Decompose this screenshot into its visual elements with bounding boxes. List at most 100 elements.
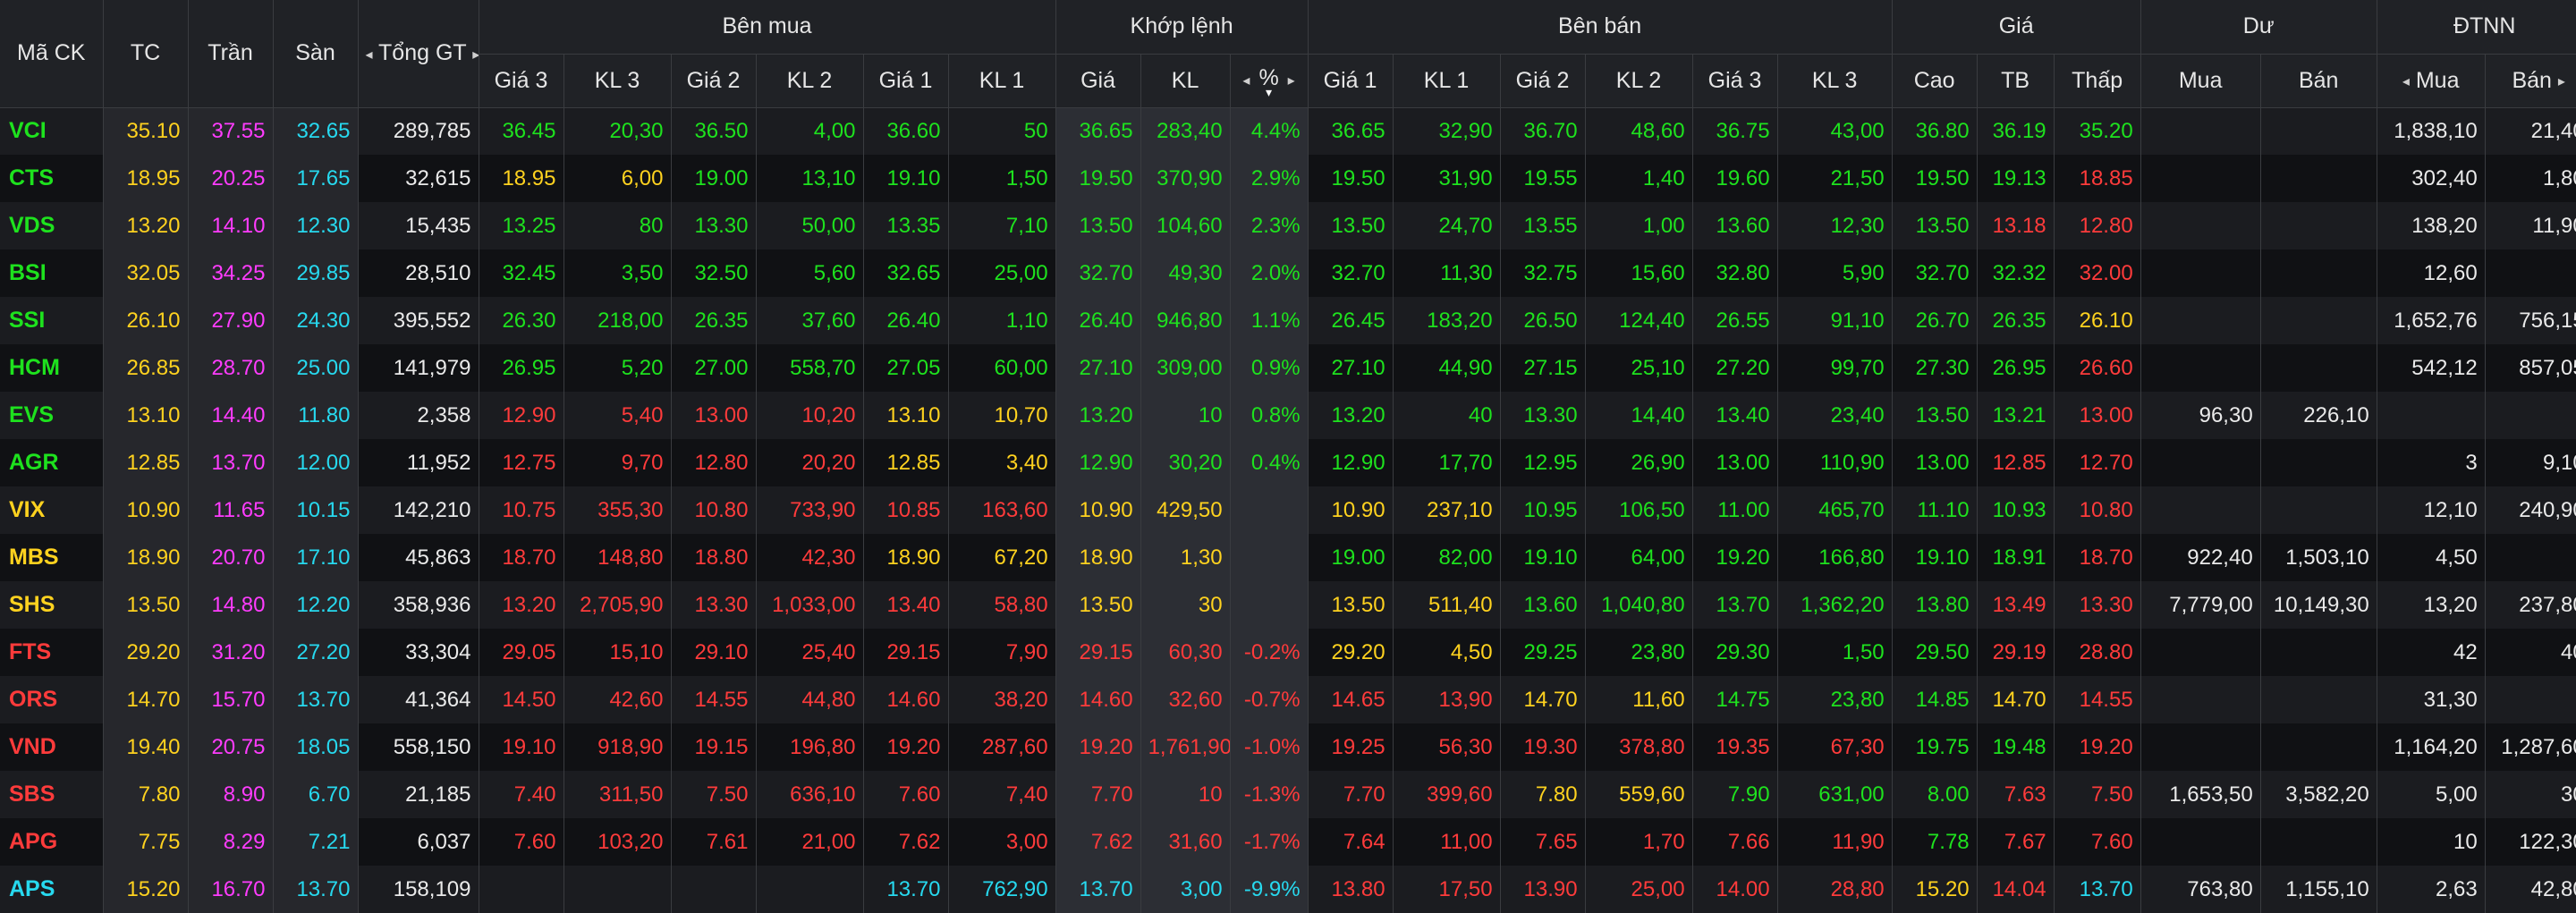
symbol-cell[interactable]: VCI (0, 107, 104, 155)
sell-price1-cell[interactable]: 13.80 (1308, 866, 1394, 913)
match-pct-header[interactable]: ◂ % ▾ ▸ (1230, 54, 1309, 108)
buy-price3-cell[interactable]: 14.50 (479, 676, 564, 723)
buy-vol2-cell[interactable] (756, 866, 864, 913)
buy-price3-cell[interactable] (479, 866, 564, 913)
sell-price1-cell[interactable]: 32.70 (1308, 249, 1394, 297)
sort-down-icon[interactable]: ▾ (1266, 86, 1272, 98)
buy-price1-cell[interactable]: 13.10 (863, 392, 949, 439)
sell-price2-cell[interactable]: 7.65 (1500, 818, 1586, 866)
sell-price2-cell[interactable]: 13.55 (1500, 202, 1586, 249)
symbol-cell[interactable]: BSI (0, 249, 104, 297)
buy-price1-cell[interactable]: 26.40 (863, 297, 949, 344)
buy-price3-cell[interactable]: 18.95 (479, 155, 564, 202)
sell-price3-cell[interactable]: 19.35 (1692, 723, 1778, 771)
sell-price1-cell[interactable]: 19.25 (1308, 723, 1394, 771)
sell-vol2-cell[interactable]: 106,50 (1585, 486, 1693, 534)
buy-vol1-cell[interactable]: 3,00 (948, 818, 1056, 866)
sell-price3-cell[interactable]: 13.00 (1692, 439, 1778, 486)
buy-vol2-cell[interactable]: 1,033,00 (756, 581, 864, 629)
match-price-header[interactable]: Giá (1055, 54, 1141, 108)
buy-price1-cell[interactable]: 19.20 (863, 723, 949, 771)
buy-price1-cell[interactable]: 19.10 (863, 155, 949, 202)
buy-vol3-cell[interactable]: 148,80 (564, 534, 672, 581)
sell-vol1-cell[interactable]: 31,90 (1393, 155, 1501, 202)
buy-price2-cell[interactable]: 10.80 (671, 486, 757, 534)
symbol-cell[interactable]: AGR (0, 439, 104, 486)
table-row[interactable]: SHS 13.50 14.80 12.20 358,936 13.20 2,705,90 13… (0, 581, 2576, 629)
sell-vol2-cell[interactable]: 1,040,80 (1585, 581, 1693, 629)
sell-vol1-cell[interactable]: 17,50 (1393, 866, 1501, 913)
residual-sell-header[interactable]: Bán (2260, 54, 2377, 108)
buy-price2-header[interactable]: Giá 2 (671, 54, 757, 108)
foreign-buy-header[interactable]: ◂ Mua (2377, 54, 2486, 108)
sell-price2-cell[interactable]: 32.75 (1500, 249, 1586, 297)
sell-price2-cell[interactable]: 14.70 (1500, 676, 1586, 723)
buy-vol3-header[interactable]: KL 3 (564, 54, 672, 108)
sell-vol1-cell[interactable]: 44,90 (1393, 344, 1501, 392)
sell-price1-cell[interactable]: 27.10 (1308, 344, 1394, 392)
sell-vol1-cell[interactable]: 4,50 (1393, 629, 1501, 676)
sell-vol2-cell[interactable]: 25,00 (1585, 866, 1693, 913)
sell-price1-cell[interactable]: 19.00 (1308, 534, 1394, 581)
buy-price3-cell[interactable]: 26.95 (479, 344, 564, 392)
sell-price3-cell[interactable]: 36.75 (1692, 107, 1778, 155)
buy-vol1-cell[interactable]: 60,00 (948, 344, 1056, 392)
buy-price2-cell[interactable]: 19.15 (671, 723, 757, 771)
table-row[interactable]: VDS 13.20 14.10 12.30 15,435 13.25 80 13.30 50,0… (0, 202, 2576, 249)
sell-price1-cell[interactable]: 13.50 (1308, 202, 1394, 249)
buy-price3-cell[interactable]: 10.75 (479, 486, 564, 534)
sell-vol3-cell[interactable]: 1,50 (1777, 629, 1893, 676)
sell-vol3-cell[interactable]: 11,90 (1777, 818, 1893, 866)
buy-price1-cell[interactable]: 14.60 (863, 676, 949, 723)
sell-vol1-cell[interactable]: 13,90 (1393, 676, 1501, 723)
sell-vol1-cell[interactable]: 237,10 (1393, 486, 1501, 534)
sell-vol1-cell[interactable]: 32,90 (1393, 107, 1501, 155)
buy-vol3-cell[interactable]: 15,10 (564, 629, 672, 676)
table-row[interactable]: MBS 18.90 20.70 17.10 45,863 18.70 148,80 18.80… (0, 534, 2576, 581)
buy-vol3-cell[interactable]: 2,705,90 (564, 581, 672, 629)
buy-price1-cell[interactable]: 13.70 (863, 866, 949, 913)
buy-price2-cell[interactable]: 12.80 (671, 439, 757, 486)
sell-vol1-cell[interactable]: 40 (1393, 392, 1501, 439)
buy-price2-cell[interactable]: 7.61 (671, 818, 757, 866)
sell-price2-cell[interactable]: 7.80 (1500, 771, 1586, 818)
table-row[interactable]: VND 19.40 20.75 18.05 558,150 19.10 918,90 19.1… (0, 723, 2576, 771)
sell-vol2-cell[interactable]: 124,40 (1585, 297, 1693, 344)
col-floor-header[interactable]: Sàn (273, 0, 359, 108)
sell-price2-cell[interactable]: 29.25 (1500, 629, 1586, 676)
table-row[interactable]: APG 7.75 8.29 7.21 6,037 7.60 103,20 7.61 21,00 7… (0, 818, 2576, 866)
buy-price1-cell[interactable]: 7.62 (863, 818, 949, 866)
sell-price3-cell[interactable]: 7.90 (1692, 771, 1778, 818)
buy-vol3-cell[interactable] (564, 866, 672, 913)
buy-price1-cell[interactable]: 18.90 (863, 534, 949, 581)
buy-price2-cell[interactable]: 14.55 (671, 676, 757, 723)
sell-vol3-cell[interactable]: 43,00 (1777, 107, 1893, 155)
table-row[interactable]: AGR 12.85 13.70 12.00 11,952 12.75 9,70 12.80 20… (0, 439, 2576, 486)
sell-vol2-cell[interactable]: 378,80 (1585, 723, 1693, 771)
buy-price2-cell[interactable]: 36.50 (671, 107, 757, 155)
sell-price2-cell[interactable]: 13.90 (1500, 866, 1586, 913)
buy-vol1-cell[interactable]: 3,40 (948, 439, 1056, 486)
sell-price1-cell[interactable]: 26.45 (1308, 297, 1394, 344)
sell-price3-cell[interactable]: 32.80 (1692, 249, 1778, 297)
table-row[interactable]: VIX 10.90 11.65 10.15 142,210 10.75 355,30 10.8… (0, 486, 2576, 534)
sell-vol1-header[interactable]: KL 1 (1393, 54, 1501, 108)
match-vol-header[interactable]: KL (1140, 54, 1231, 108)
sell-vol2-cell[interactable]: 1,40 (1585, 155, 1693, 202)
buy-vol3-cell[interactable]: 218,00 (564, 297, 672, 344)
sell-vol3-cell[interactable]: 465,70 (1777, 486, 1893, 534)
buy-price1-cell[interactable]: 10.85 (863, 486, 949, 534)
symbol-cell[interactable]: SBS (0, 771, 104, 818)
col-symbol-header[interactable]: Mã CK (0, 0, 104, 108)
table-row[interactable]: ORS 14.70 15.70 13.70 41,364 14.50 42,60 14.55 4… (0, 676, 2576, 723)
buy-price3-cell[interactable]: 13.20 (479, 581, 564, 629)
table-row[interactable]: CTS 18.95 20.25 17.65 32,615 18.95 6,00 19.00 13… (0, 155, 2576, 202)
scroll-left-icon[interactable]: ◂ (366, 46, 373, 63)
table-row[interactable]: APS 15.20 16.70 13.70 158,109 13.70 762,90 13.7… (0, 866, 2576, 913)
symbol-cell[interactable]: EVS (0, 392, 104, 439)
buy-vol1-cell[interactable]: 1,10 (948, 297, 1056, 344)
sell-price2-cell[interactable]: 12.95 (1500, 439, 1586, 486)
sell-vol2-cell[interactable]: 15,60 (1585, 249, 1693, 297)
sell-vol1-cell[interactable]: 399,60 (1393, 771, 1501, 818)
sell-vol1-cell[interactable]: 82,00 (1393, 534, 1501, 581)
